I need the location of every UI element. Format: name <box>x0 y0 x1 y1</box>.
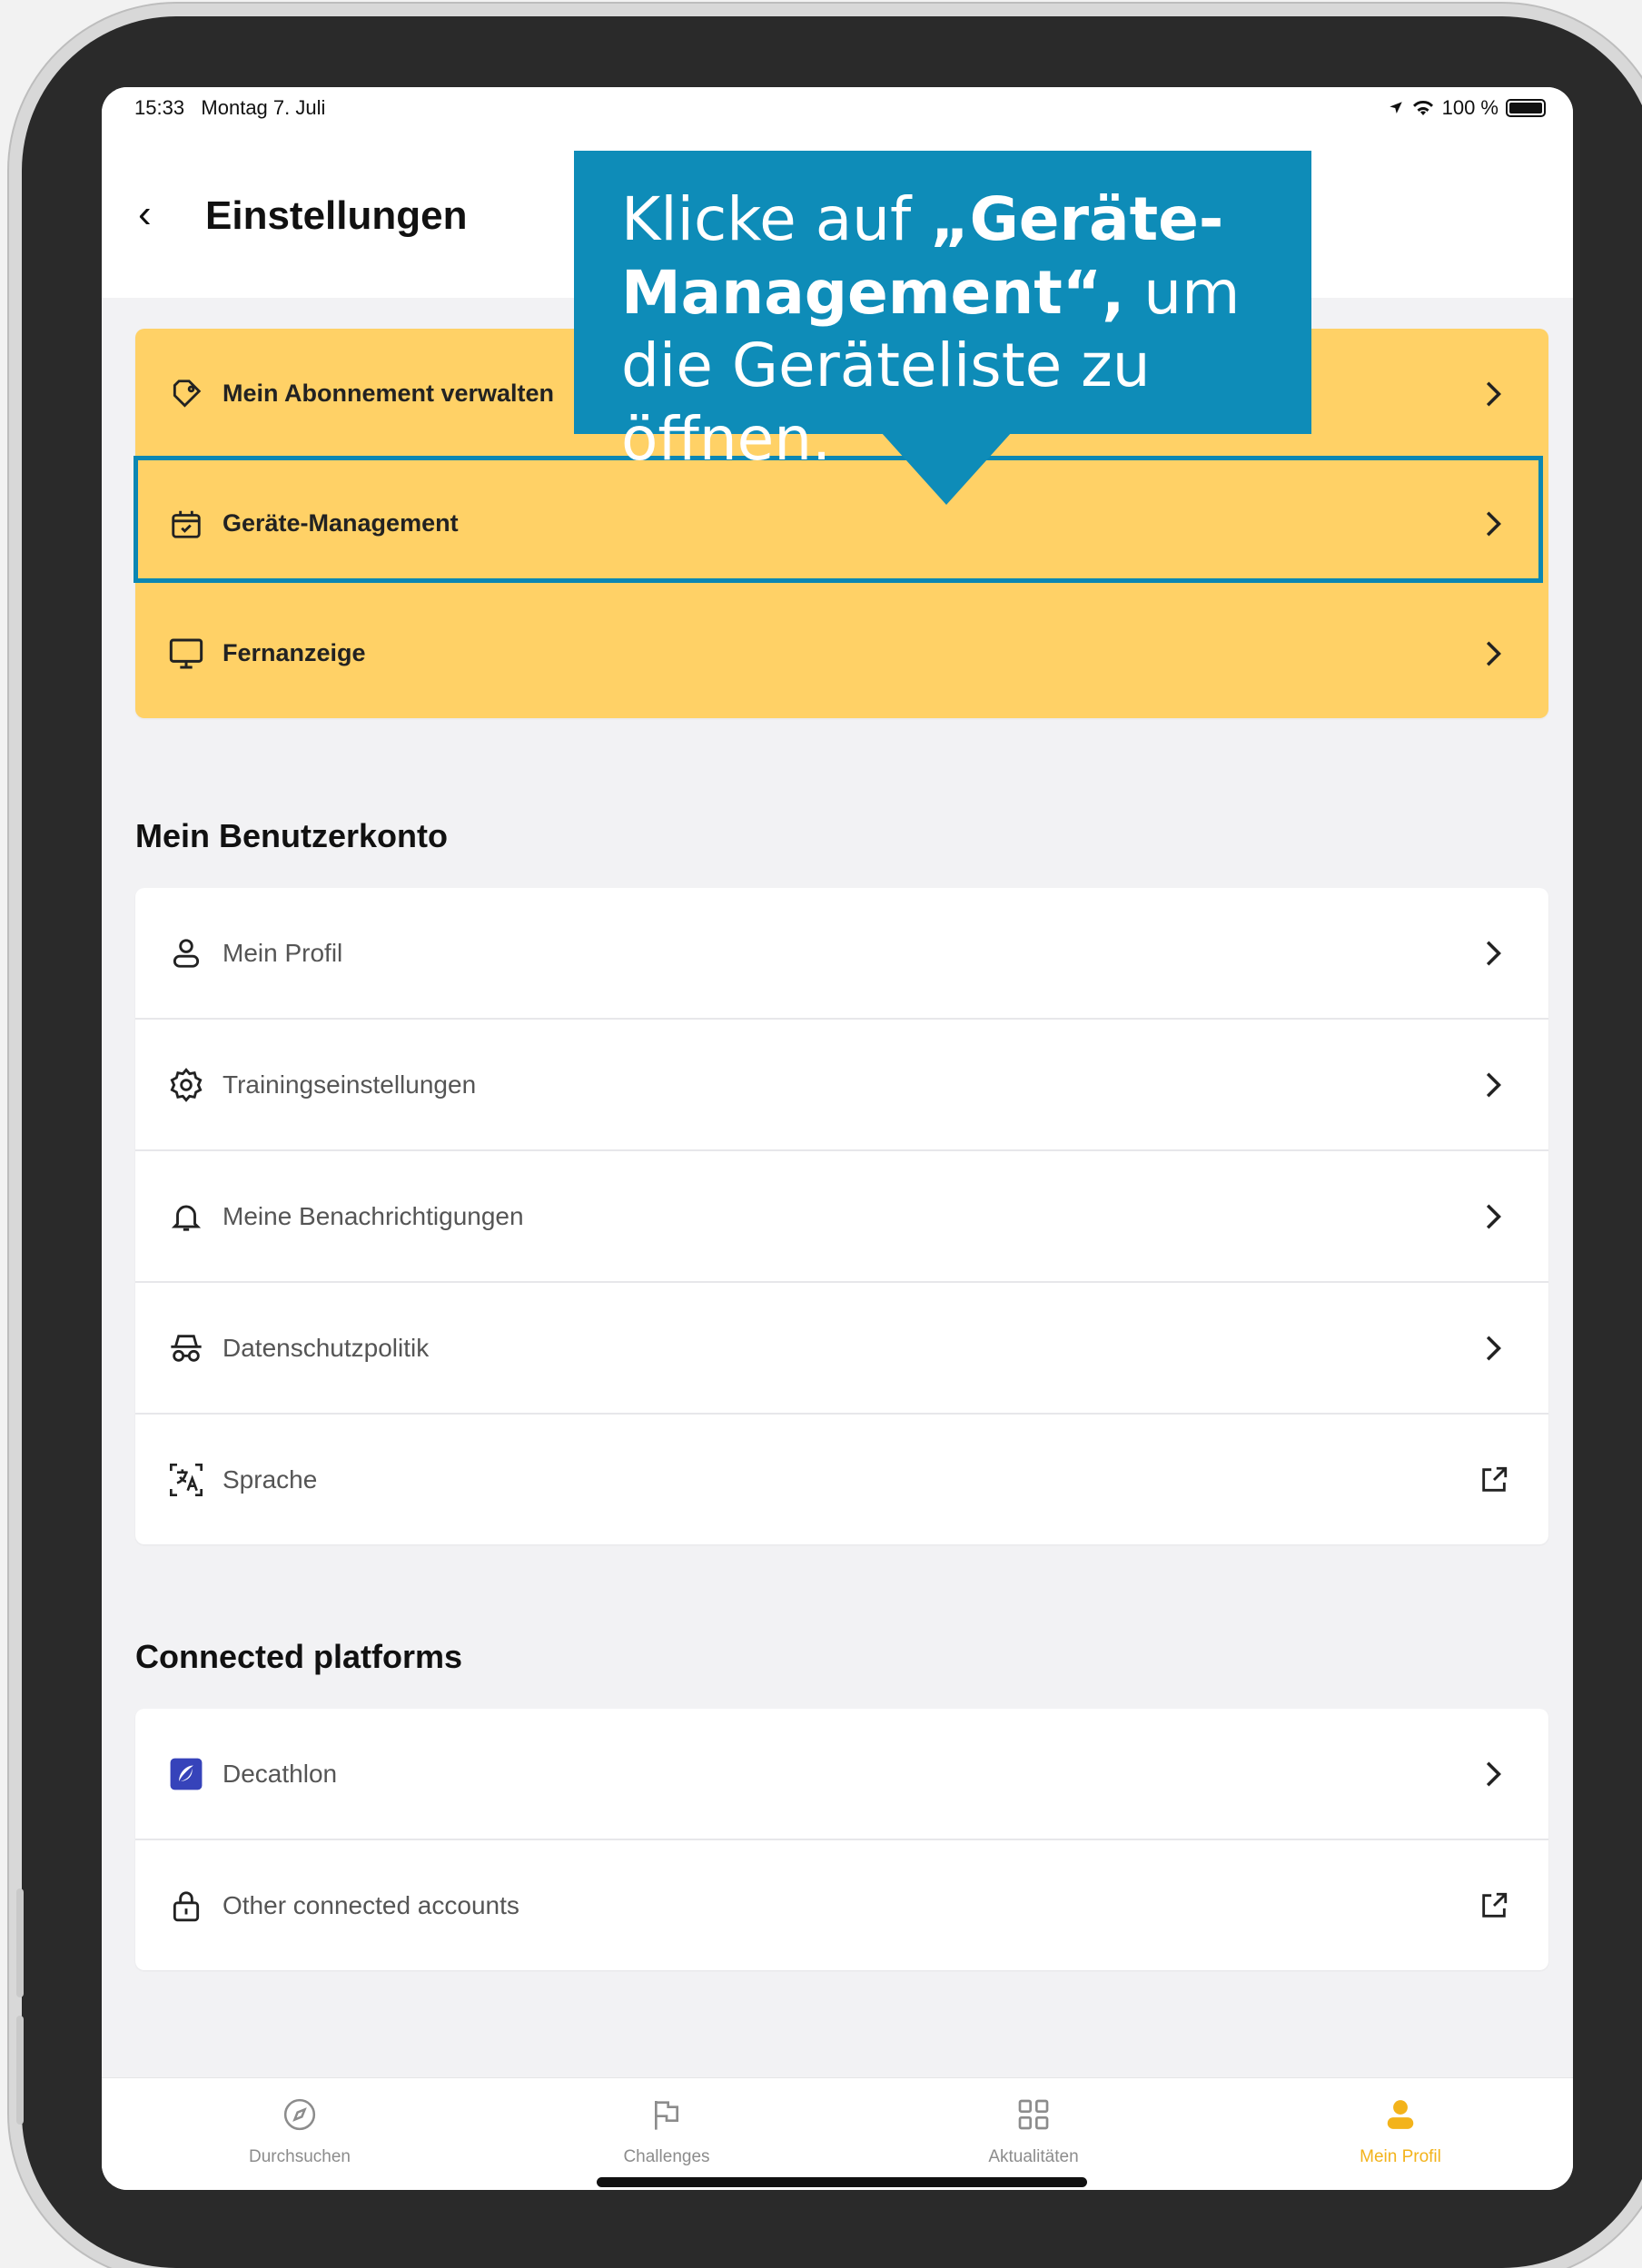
settings-item-label: Mein Abonnement verwalten <box>223 380 555 407</box>
tutorial-callout: Klicke auf „Geräte-Management“, um die G… <box>574 151 1311 474</box>
section-title-platforms: Connected platforms <box>135 1638 463 1675</box>
settings-item-training[interactable]: Trainingseinstellungen <box>135 1020 1548 1151</box>
settings-item-label: Fernanzeige <box>223 639 366 666</box>
chevron-right-icon <box>1476 935 1512 971</box>
settings-item-profile[interactable]: Mein Profil <box>135 888 1548 1020</box>
settings-item-label: Datenschutzpolitik <box>223 1333 430 1362</box>
lock-icon <box>166 1886 206 1926</box>
monitor-icon <box>166 634 206 674</box>
section-title-account: Mein Benutzerkonto <box>135 817 449 854</box>
tag-icon <box>166 374 206 414</box>
flag-icon <box>647 2095 687 2135</box>
highlight-box <box>134 456 1543 583</box>
chevron-right-icon <box>1476 1756 1512 1792</box>
tab-my-profile[interactable]: Mein Profil <box>1301 2095 1500 2167</box>
tab-label: Durchsuchen <box>249 2147 351 2166</box>
tab-news[interactable]: Aktualitäten <box>934 2095 1133 2167</box>
person-icon <box>166 933 206 973</box>
compass-icon <box>280 2095 320 2135</box>
page-title: Einstellungen <box>205 193 468 238</box>
decathlon-logo <box>166 1754 206 1794</box>
platforms-card: Decathlon Other connected accounts <box>135 1709 1548 1970</box>
account-card: Mein Profil Trainingseinstellungen Meine… <box>135 888 1548 1544</box>
chevron-right-icon <box>1476 1198 1512 1235</box>
tab-browse[interactable]: Durchsuchen <box>200 2095 400 2167</box>
bottom-tab-bar: Durchsuchen Challenges Aktualitäten Mein… <box>102 2077 1573 2190</box>
status-indicators: 100 % <box>1388 96 1546 120</box>
settings-item-remote-display[interactable]: Fernanzeige <box>135 588 1548 718</box>
gear-icon <box>166 1065 206 1105</box>
side-button <box>16 2016 24 2125</box>
chevron-right-icon <box>1476 636 1512 672</box>
callout-prefix: Klicke auf <box>621 184 931 254</box>
side-button <box>16 1888 24 1997</box>
chevron-right-icon <box>1476 376 1512 412</box>
location-icon <box>1389 102 1402 113</box>
settings-item-decathlon[interactable]: Decathlon <box>135 1709 1548 1840</box>
tab-challenges[interactable]: Challenges <box>567 2095 767 2167</box>
tab-label: Mein Profil <box>1360 2147 1441 2166</box>
settings-item-notifications[interactable]: Meine Benachrichtigungen <box>135 1151 1548 1283</box>
external-link-icon <box>1476 1462 1512 1498</box>
battery-icon <box>1506 99 1546 117</box>
status-time: 15:33 Montag 7. Juli <box>134 96 326 119</box>
settings-item-privacy[interactable]: Datenschutzpolitik <box>135 1283 1548 1415</box>
settings-item-label: Sprache <box>223 1464 318 1494</box>
tab-label: Aktualitäten <box>988 2147 1079 2166</box>
wifi-icon <box>1412 100 1433 115</box>
grid-icon <box>1014 2095 1053 2135</box>
settings-item-label: Mein Profil <box>223 938 343 967</box>
translate-icon <box>166 1460 206 1500</box>
chevron-right-icon <box>1476 1067 1512 1103</box>
settings-item-other-accounts[interactable]: Other connected accounts <box>135 1840 1548 1970</box>
battery-percent: 100 % <box>1441 96 1499 119</box>
home-indicator[interactable] <box>597 2177 1087 2187</box>
settings-item-label: Trainingseinstellungen <box>223 1070 477 1099</box>
settings-item-language[interactable]: Sprache <box>135 1415 1548 1544</box>
chevron-right-icon <box>1476 1330 1512 1366</box>
settings-item-label: Other connected accounts <box>223 1890 519 1919</box>
profile-icon <box>1380 2095 1420 2135</box>
status-bar: 15:33 Montag 7. Juli 100 % <box>102 87 1573 142</box>
app-screen: 15:33 Montag 7. Juli 100 % ‹ Einstellung… <box>102 87 1573 2190</box>
external-link-icon <box>1476 1888 1512 1924</box>
chevron-left-icon[interactable]: ‹ <box>138 194 152 234</box>
tab-label: Challenges <box>623 2147 710 2166</box>
incognito-icon <box>166 1328 206 1368</box>
bell-icon <box>166 1197 206 1237</box>
settings-item-label: Decathlon <box>223 1759 338 1788</box>
settings-item-label: Meine Benachrichtigungen <box>223 1201 524 1230</box>
callout-pointer <box>881 432 1012 505</box>
